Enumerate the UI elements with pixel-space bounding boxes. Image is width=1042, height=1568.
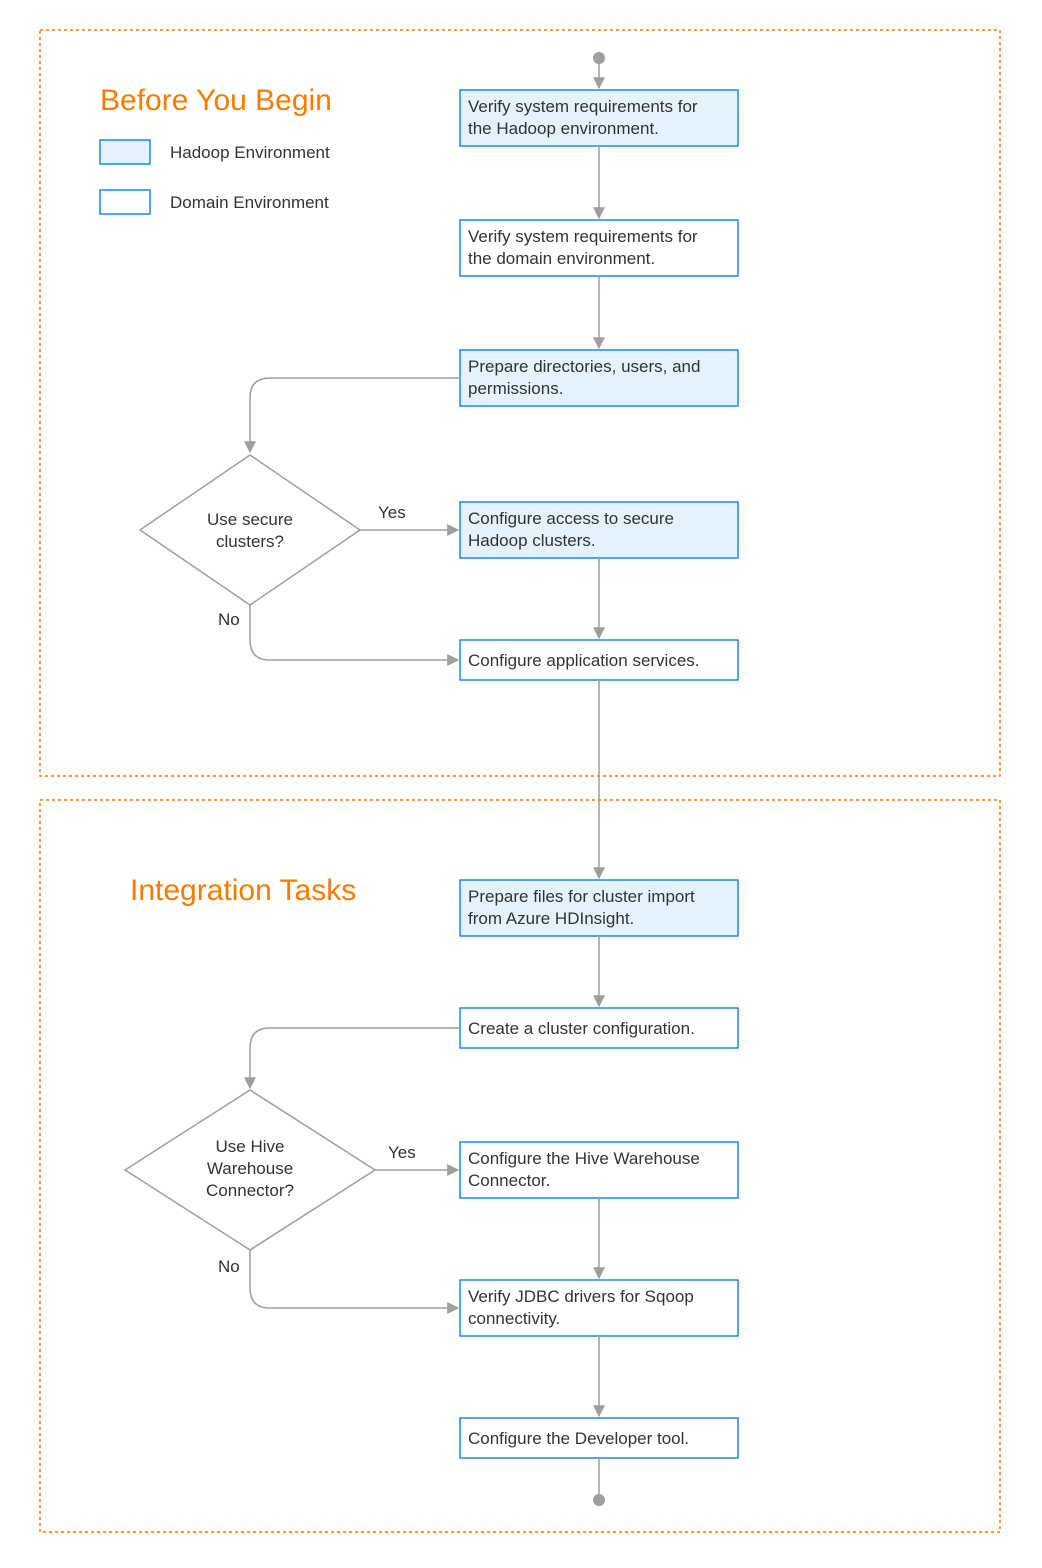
box-verify-domain-reqs-line1: Verify system requirements for bbox=[468, 227, 698, 246]
box-verify-jdbc-sqoop-line2: connectivity. bbox=[468, 1309, 560, 1328]
start-node bbox=[593, 52, 605, 64]
connector-no bbox=[250, 605, 458, 660]
box-prepare-dirs-line1: Prepare directories, users, and bbox=[468, 357, 700, 376]
connector bbox=[250, 1028, 460, 1088]
box-configure-secure-hadoop-line2: Hadoop clusters. bbox=[468, 531, 596, 550]
decision-secure-clusters-line1: Use secure bbox=[207, 510, 293, 529]
box-prepare-dirs-line2: permissions. bbox=[468, 379, 563, 398]
connector-no-2 bbox=[250, 1250, 458, 1308]
decision-secure-clusters bbox=[140, 455, 360, 605]
edge-label-yes-2: Yes bbox=[388, 1143, 416, 1162]
edge-label-no-2: No bbox=[218, 1257, 240, 1276]
decision-hive-wh-line1: Use Hive bbox=[216, 1137, 285, 1156]
edge-label-no-1: No bbox=[218, 610, 240, 629]
box-configure-hive-connector-line2: Connector. bbox=[468, 1171, 550, 1190]
legend-label-hadoop: Hadoop Environment bbox=[170, 143, 330, 162]
box-verify-hadoop-reqs-line2: the Hadoop environment. bbox=[468, 119, 659, 138]
box-configure-secure-hadoop-line1: Configure access to secure bbox=[468, 509, 674, 528]
box-verify-jdbc-sqoop-line1: Verify JDBC drivers for Sqoop bbox=[468, 1287, 694, 1306]
connector bbox=[250, 378, 460, 452]
box-configure-hive-connector-line1: Configure the Hive Warehouse bbox=[468, 1149, 700, 1168]
section-integration-title: Integration Tasks bbox=[130, 874, 356, 907]
decision-secure-clusters-line2: clusters? bbox=[216, 532, 284, 551]
legend-swatch-domain bbox=[100, 190, 150, 214]
box-prepare-cluster-import-line2: from Azure HDInsight. bbox=[468, 909, 634, 928]
decision-hive-wh-line3: Connector? bbox=[206, 1181, 294, 1200]
box-verify-domain-reqs-line2: the domain environment. bbox=[468, 249, 655, 268]
box-create-cluster-config-text: Create a cluster configuration. bbox=[468, 1019, 695, 1038]
box-configure-app-services-text: Configure application services. bbox=[468, 651, 700, 670]
box-verify-hadoop-reqs-line1: Verify system requirements for bbox=[468, 97, 698, 116]
box-prepare-cluster-import-line1: Prepare files for cluster import bbox=[468, 887, 695, 906]
decision-hive-wh-line2: Warehouse bbox=[207, 1159, 293, 1178]
legend-swatch-hadoop bbox=[100, 140, 150, 164]
section-before-title: Before You Begin bbox=[100, 84, 332, 117]
end-node bbox=[593, 1494, 605, 1506]
edge-label-yes-1: Yes bbox=[378, 503, 406, 522]
box-configure-developer-tool-text: Configure the Developer tool. bbox=[468, 1429, 689, 1448]
legend-label-domain: Domain Environment bbox=[170, 193, 329, 212]
